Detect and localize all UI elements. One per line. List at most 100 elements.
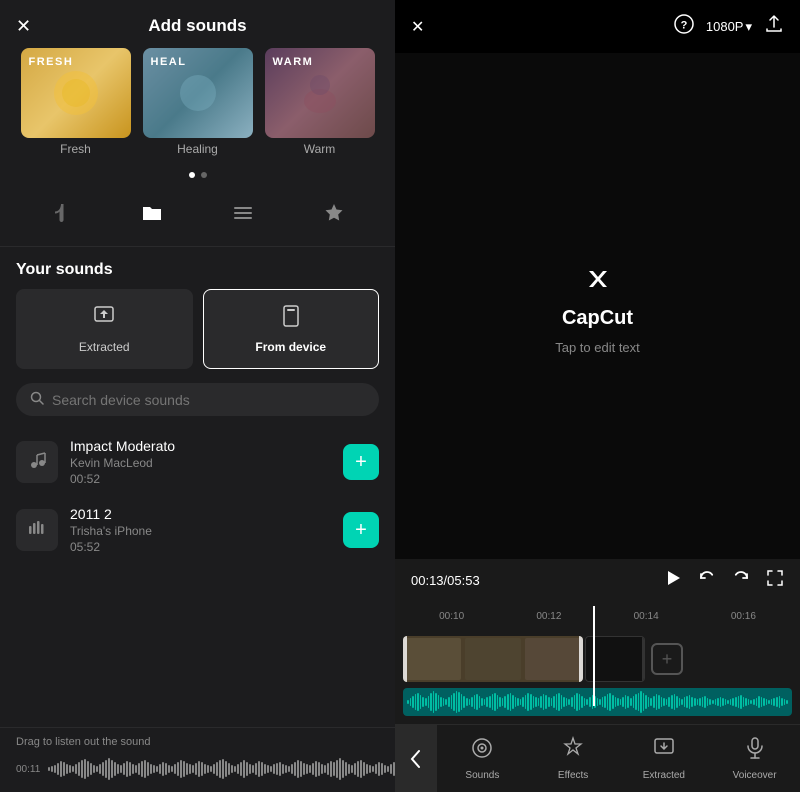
dot-1[interactable]: [189, 172, 195, 178]
sound-card-fresh[interactable]: FRESH Fresh: [21, 48, 131, 156]
search-input[interactable]: [52, 392, 365, 408]
sound-card-warm[interactable]: WARM Warm: [265, 48, 375, 156]
waveform-bar: [66, 764, 68, 774]
audio-wave-bar: [466, 698, 468, 706]
audio-wave-bar: [438, 695, 440, 709]
right-close-button[interactable]: ✕: [411, 17, 424, 37]
audio-wave-bar: [668, 697, 670, 707]
waveform-bar: [129, 762, 131, 776]
audio-wave-bar: [435, 693, 437, 711]
waveform-bar: [228, 763, 230, 775]
bottom-nav-extracted[interactable]: Extracted: [619, 728, 710, 789]
fullscreen-button[interactable]: [766, 569, 784, 592]
sound-list: Impact Moderato Kevin MacLeod 00:52 +: [0, 428, 395, 727]
waveform-bar: [324, 765, 326, 773]
audio-wave-bar: [420, 695, 422, 709]
help-button[interactable]: ?: [674, 14, 694, 39]
ruler-mark-1: 00:12: [536, 611, 561, 622]
tab-favorites[interactable]: [311, 198, 357, 234]
add-sound-2-button[interactable]: +: [343, 512, 379, 548]
play-button[interactable]: [664, 569, 682, 592]
warm-label: WARM: [273, 56, 314, 68]
extracted-icon-svg: [652, 736, 676, 760]
playhead[interactable]: [593, 606, 595, 706]
resolution-button[interactable]: 1080P ▾: [706, 19, 752, 35]
tap-to-edit-text[interactable]: Tap to edit text: [555, 340, 640, 355]
waveform-bar: [252, 765, 254, 773]
audio-wave-bar: [451, 695, 453, 709]
waveform-bar: [234, 766, 236, 772]
dot-2[interactable]: [201, 172, 207, 178]
add-sound-1-button[interactable]: +: [343, 444, 379, 480]
bottom-nav-sounds[interactable]: Sounds: [437, 728, 528, 789]
waveform-bar: [225, 761, 227, 777]
audio-wave-bar: [753, 699, 755, 705]
waveform-bar: [318, 762, 320, 776]
sound-info-1: Impact Moderato Kevin MacLeod 00:52: [70, 438, 331, 486]
audio-wave-bar: [558, 693, 560, 711]
tab-folder[interactable]: [129, 198, 175, 234]
waveform-bar: [315, 761, 317, 777]
waveform-time: 00:11: [16, 764, 40, 775]
voiceover-nav-label: Voiceover: [733, 770, 777, 781]
waveform-bar: [342, 760, 344, 778]
waveform-bar: [216, 762, 218, 776]
bars-icon: [27, 518, 47, 543]
audio-wave-bar: [469, 699, 471, 705]
waveform-bar: [363, 762, 365, 776]
tab-list[interactable]: [220, 198, 266, 234]
add-clip-button[interactable]: +: [651, 643, 683, 675]
ruler-mark-0: 00:10: [439, 611, 464, 622]
waveform-bar: [105, 760, 107, 778]
waveform-visual[interactable]: [48, 754, 395, 784]
capcut-logo: CapCut: [562, 257, 633, 330]
sound-card-healing[interactable]: HEAL Healing: [143, 48, 253, 156]
bottom-nav-back-button[interactable]: [395, 725, 437, 792]
audio-wave-bar: [535, 697, 537, 707]
audio-wave-bar: [725, 699, 727, 705]
undo-button[interactable]: [698, 569, 716, 592]
waveform-bar: [159, 764, 161, 774]
audio-wave-bar: [566, 698, 568, 706]
audio-wave-bar: [627, 696, 629, 708]
timeline-buttons: [664, 569, 784, 592]
audio-wave-bar: [633, 696, 635, 708]
audio-wave-bar: [456, 691, 458, 713]
waveform-bar: [84, 759, 86, 779]
audio-wave-bar: [497, 695, 499, 709]
waveform-bar: [189, 764, 191, 774]
device-svg: [279, 304, 303, 328]
waveform-bar: [384, 765, 386, 773]
sound-source-cards: Extracted From device: [0, 289, 395, 383]
waveform-bar: [144, 760, 146, 778]
sound-artist-2: Trisha's iPhone: [70, 524, 331, 538]
upload-button[interactable]: [764, 14, 784, 39]
extracted-source-card[interactable]: Extracted: [16, 289, 193, 369]
sound-name-1: Impact Moderato: [70, 438, 331, 454]
extracted-icon: [92, 304, 116, 334]
resolution-chevron: ▾: [745, 19, 752, 35]
from-device-source-card[interactable]: From device: [203, 289, 380, 369]
sound-thumb-2: [16, 509, 58, 551]
close-button[interactable]: ✕: [16, 16, 31, 37]
audio-wave-bar: [709, 699, 711, 705]
video-clip-main[interactable]: [403, 636, 583, 682]
bottom-nav-voiceover[interactable]: Voiceover: [709, 728, 800, 789]
effects-icon-svg: [561, 736, 585, 760]
waveform-bar: [264, 764, 266, 774]
audio-wave-bar: [612, 695, 614, 709]
audio-waveform[interactable]: [403, 688, 792, 716]
waveform-bar: [360, 760, 362, 778]
audio-wave-bar: [697, 699, 699, 705]
warm-decoration: [290, 63, 350, 123]
waveform-bar: [375, 764, 377, 774]
waveform-bar: [165, 763, 167, 775]
tab-tiktok[interactable]: [38, 198, 84, 234]
redo-button[interactable]: [732, 569, 750, 592]
healing-decoration: [168, 63, 228, 123]
redo-icon: [732, 569, 750, 587]
drag-hint: Drag to listen out the sound: [16, 736, 379, 748]
bottom-nav-effects[interactable]: Effects: [528, 728, 619, 789]
healing-label: HEAL: [151, 56, 187, 68]
audio-wave-bar: [748, 699, 750, 705]
